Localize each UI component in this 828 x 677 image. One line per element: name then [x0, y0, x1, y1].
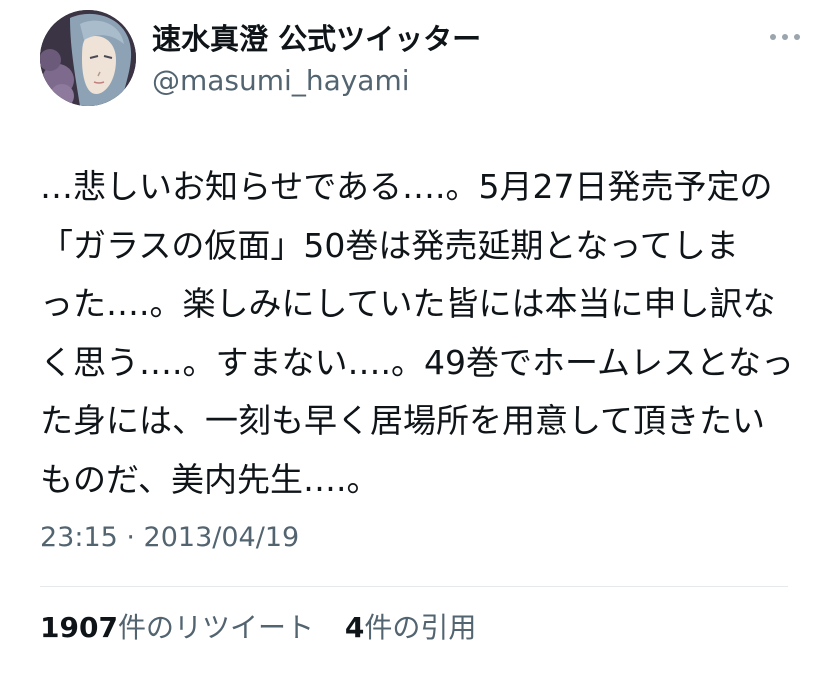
more-dot [794, 34, 800, 40]
avatar-portrait-icon [40, 10, 136, 106]
tweet-header: 速水真澄 公式ツイッター @masumi_hayami [40, 10, 800, 106]
tweet-text-line: った….。楽しみにしていた皆には本当に申し訳な [40, 284, 776, 323]
tweet-timestamp[interactable]: 23:15 · 2013/04/19 [40, 522, 299, 554]
avatar[interactable] [40, 10, 136, 106]
retweets-count: 1907 [40, 611, 118, 644]
tweet-text-line: ものだ、美内先生….。 [40, 459, 380, 499]
tweet-text-line: 「ガラスの仮面」50巻は発売延期となってしま [40, 225, 739, 265]
quotes-label: 件の引用 [364, 611, 477, 644]
retweets-stat[interactable]: 1907件のリツイート [40, 611, 314, 645]
tweet-text-line: …悲しいお知らせである….。5月27日発売予定の [40, 167, 773, 206]
author-names: 速水真澄 公式ツイッター @masumi_hayami [152, 22, 481, 97]
more-options-icon[interactable] [770, 30, 800, 44]
retweets-label: 件のリツイート [117, 611, 314, 644]
tweet-stats: 1907件のリツイート 4件の引用 [40, 611, 498, 645]
tweet-detail: 速水真澄 公式ツイッター @masumi_hayami …悲しいお知らせである…… [0, 0, 828, 677]
tweet-text: …悲しいお知らせである….。5月27日発売予定の 「ガラスの仮面」50巻は発売延… [40, 158, 794, 509]
author-display-name[interactable]: 速水真澄 公式ツイッター [152, 22, 481, 56]
tweet-text-line: く思う….。すまない….。49巻でホームレスとなっ [40, 342, 794, 382]
tweet-text-line: た身には、一刻も早く居場所を用意して頂きたい [40, 401, 766, 440]
more-dot [782, 34, 788, 40]
author-handle[interactable]: @masumi_hayami [152, 65, 481, 97]
more-dot [770, 34, 776, 40]
divider [40, 586, 788, 587]
quotes-count: 4 [344, 611, 365, 644]
quotes-stat[interactable]: 4件の引用 [345, 611, 477, 645]
